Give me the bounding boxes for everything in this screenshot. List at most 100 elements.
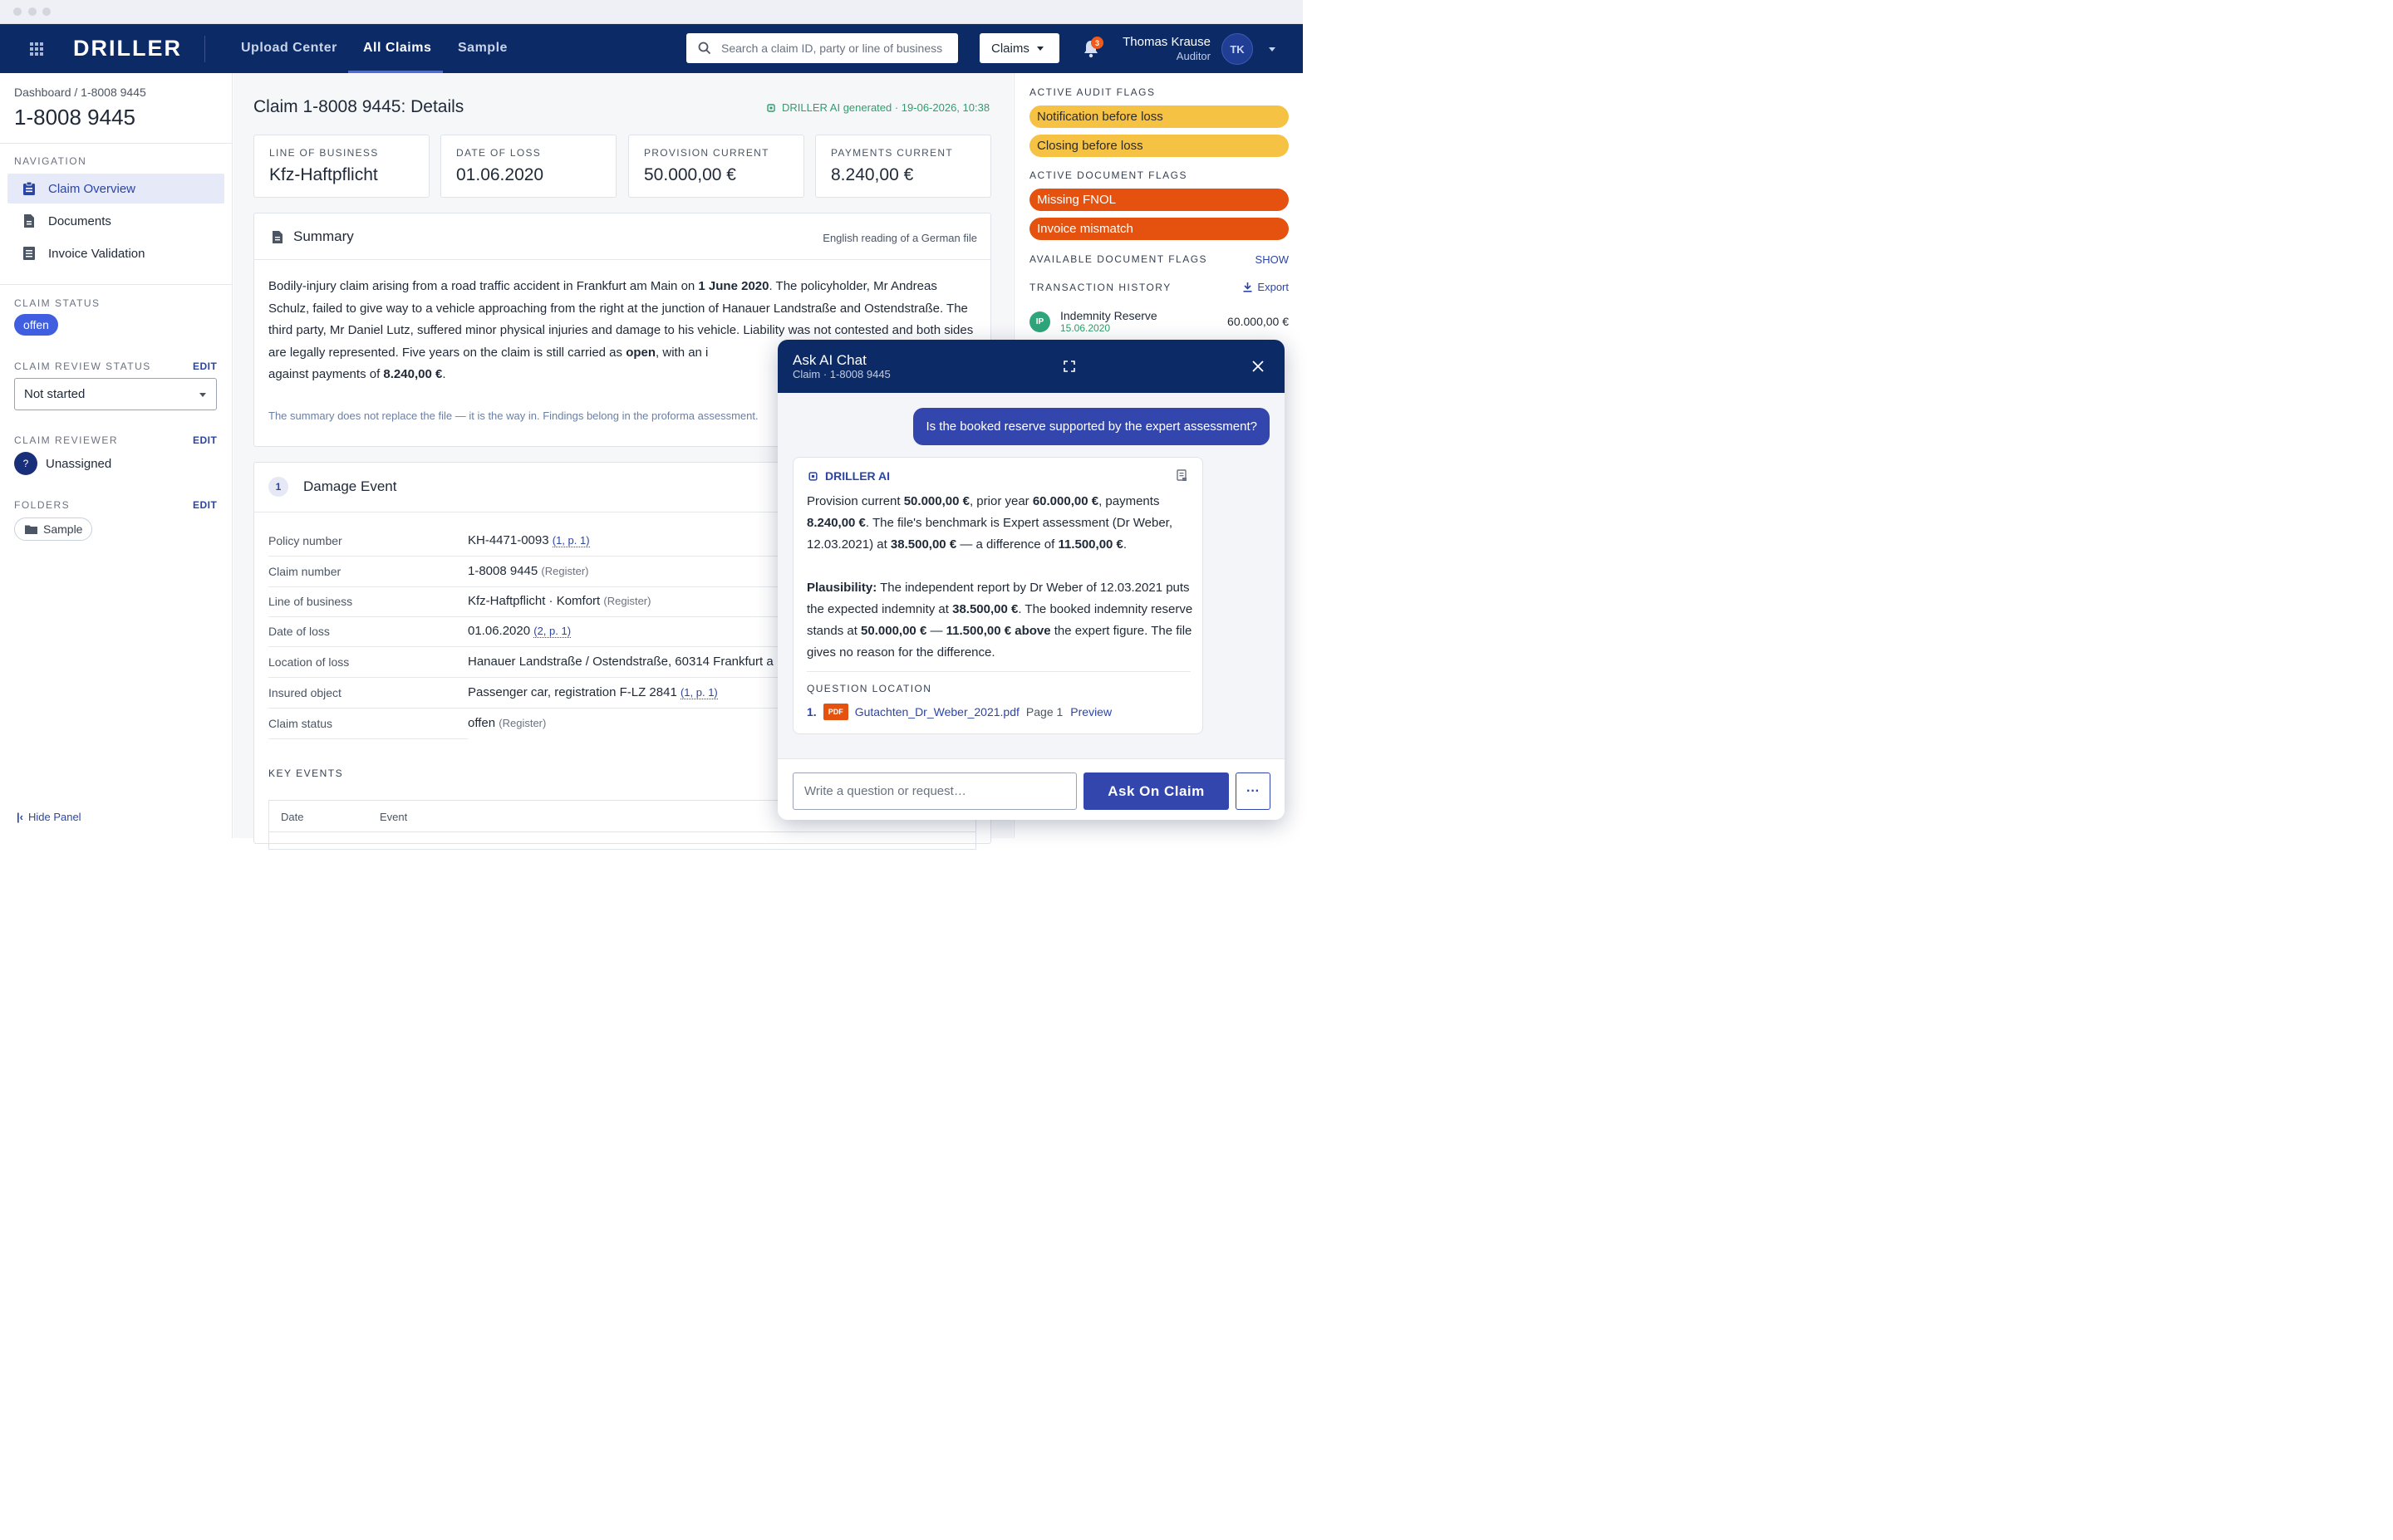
claim-sidebar: Dashboard / 1-8008 9445 1-8008 9445 NAVI… [0, 73, 233, 838]
notification-count-badge: 3 [1091, 37, 1103, 49]
kpi-label: DATE OF LOSS [456, 147, 542, 159]
show-flags-button[interactable]: SHOW [1255, 253, 1289, 266]
document-icon [24, 214, 34, 228]
user-message: Is the booked reserve supported by the e… [913, 408, 1270, 445]
window-chrome [0, 0, 1303, 24]
summary-header: Summary English reading of a German file [254, 213, 990, 260]
close-icon[interactable] [1252, 360, 1264, 372]
document-flag[interactable]: Missing FNOL [1029, 189, 1289, 211]
reviewer-avatar: ? [14, 452, 37, 475]
source-reference-link[interactable]: (2, p. 1) [533, 625, 572, 638]
folders-heading: FOLDERS [14, 499, 71, 511]
ai-sender-name: DRILLER AI [825, 469, 891, 483]
kpi-label: PROVISION CURRENT [644, 147, 769, 159]
summary-language-note: English reading of a German file [823, 232, 977, 244]
user-role: Auditor [1176, 50, 1211, 62]
nav-divider [204, 36, 205, 62]
detail-row: Date of loss 01.06.2020 (2, p. 1) [268, 616, 784, 647]
citation-file-link[interactable]: Gutachten_Dr_Weber_2021.pdf [855, 705, 1020, 719]
sidebar-item-documents[interactable]: Documents [7, 206, 224, 236]
folder-chip[interactable]: Sample [14, 517, 92, 541]
row-value: 01.06.2020 (2, p. 1) [468, 624, 572, 638]
breadcrumb[interactable]: Dashboard / 1-8008 9445 [14, 86, 146, 99]
audit-flag[interactable]: Closing before loss [1029, 135, 1289, 157]
detail-row: Location of loss Hanauer Landstraße / Os… [268, 647, 784, 678]
search-icon [698, 42, 711, 55]
edit-review-status-button[interactable]: EDIT [193, 360, 217, 372]
source-reference-link[interactable]: (1, p. 1) [552, 534, 590, 547]
copy-note-icon[interactable] [1177, 469, 1187, 482]
user-avatar[interactable]: TK [1221, 33, 1253, 65]
ai-generated-note: DRILLER AI generated · 19-06-2026, 10:38 [766, 101, 990, 114]
document-flag[interactable]: Invoice mismatch [1029, 218, 1289, 240]
row-label: Claim status [268, 717, 333, 730]
nav-upload-center[interactable]: Upload Center [241, 41, 337, 56]
user-menu-chevron-icon[interactable] [1269, 47, 1275, 51]
source-reference-link[interactable]: (1, p. 1) [680, 686, 718, 699]
detail-row: Claim status offen (Register) [268, 709, 784, 739]
ai-response-card: DRILLER AI Provision current 50.000,00 €… [793, 457, 1203, 734]
sidebar-item-claim-overview[interactable]: Claim Overview [7, 174, 224, 204]
window-dot [28, 7, 37, 16]
driller-logo[interactable]: DRILLER [73, 36, 182, 61]
nav-all-claims[interactable]: All Claims [363, 41, 431, 56]
column-header-date[interactable]: Date [281, 811, 303, 823]
expand-icon[interactable] [1064, 360, 1075, 372]
row-value: Passenger car, registration F-LZ 2841 (1… [468, 685, 718, 699]
question-location-heading: QUESTION LOCATION [807, 683, 932, 694]
row-label: Line of business [268, 595, 353, 608]
audit-flag[interactable]: Notification before loss [1029, 105, 1289, 128]
more-options-button[interactable]: ··· [1236, 772, 1270, 810]
chat-messages: Is the booked reserve supported by the e… [778, 393, 1285, 758]
transaction-name: Indemnity Reserve [1060, 309, 1157, 322]
chat-header: Ask AI Chat Claim · 1-8008 9445 [778, 340, 1285, 393]
nav-sample[interactable]: Sample [458, 41, 508, 56]
kpi-value: 50.000,00 € [644, 165, 736, 184]
window-dot [42, 7, 51, 16]
row-value: KH-4471-0093 (1, p. 1) [468, 533, 590, 547]
register-source: (Register) [603, 595, 651, 607]
transaction-type-avatar: IP [1029, 311, 1050, 332]
kpi-value: 8.240,00 € [831, 165, 914, 184]
chat-subtitle: Claim · 1-8008 9445 [793, 368, 891, 380]
document-flags-heading: ACTIVE DOCUMENT FLAGS [1029, 169, 1187, 181]
row-label: Date of loss [268, 625, 330, 638]
export-button[interactable]: Export [1243, 281, 1289, 293]
chat-composer: Ask On Claim ··· [778, 758, 1285, 820]
edit-reviewer-button[interactable]: EDIT [193, 434, 217, 446]
chevron-down-icon [199, 393, 206, 397]
claim-status-heading: CLAIM STATUS [14, 297, 101, 309]
hide-panel-button[interactable]: |‹ Hide Panel [17, 811, 81, 823]
user-name: Thomas Krause [1123, 35, 1211, 49]
transaction-date: 15.06.2020 [1060, 322, 1111, 334]
document-icon [273, 231, 283, 243]
review-status-select[interactable]: Not started [14, 378, 217, 410]
navigation-heading: NAVIGATION [14, 155, 87, 167]
claim-search[interactable] [686, 33, 958, 63]
row-label: Location of loss [268, 655, 350, 669]
claim-id-title: 1-8008 9445 [14, 105, 136, 130]
edit-folders-button[interactable]: EDIT [193, 499, 217, 511]
search-input[interactable] [721, 42, 954, 55]
claim-review-status-heading: CLAIM REVIEW STATUS [14, 360, 151, 372]
preview-link[interactable]: Preview [1070, 705, 1112, 719]
divider [0, 284, 232, 285]
sidebar-item-invoice-validation[interactable]: Invoice Validation [7, 238, 224, 268]
summary-footnote: The summary does not replace the file — … [268, 410, 759, 422]
kpi-value: Kfz-Haftpflicht [269, 165, 378, 184]
claims-scope-dropdown[interactable]: Claims [980, 33, 1059, 63]
column-header-event[interactable]: Event [380, 811, 407, 823]
app-grid-icon[interactable] [30, 42, 43, 56]
clipboard-icon [23, 181, 35, 195]
row-value: offen (Register) [468, 716, 547, 730]
ai-generated-text: DRILLER AI generated · 19-06-2026, 10:38 [782, 101, 990, 114]
kpi-date-of-loss: DATE OF LOSS 01.06.2020 [440, 135, 617, 198]
ask-on-claim-button[interactable]: Ask On Claim [1083, 772, 1229, 810]
sidebar-item-label: Documents [48, 213, 111, 228]
chat-question-input[interactable] [793, 772, 1077, 810]
key-events-heading: KEY EVENTS [268, 768, 344, 779]
row-label: Insured object [268, 686, 342, 699]
kpi-value: 01.06.2020 [456, 165, 544, 184]
row-value: 1-8008 9445 (Register) [468, 564, 589, 578]
detail-row: Line of business Kfz-Haftpflicht · Komfo… [268, 586, 784, 617]
